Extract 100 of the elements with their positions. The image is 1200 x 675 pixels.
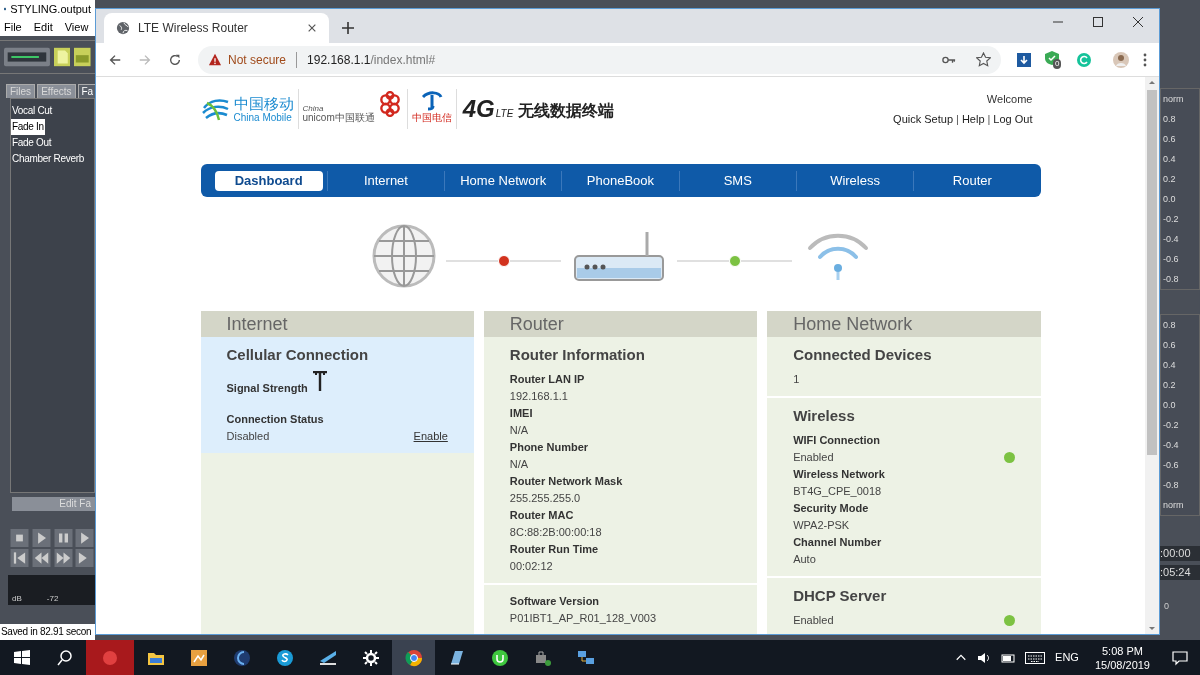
field-value: WPA2-PSK — [793, 518, 850, 533]
link-separator: | — [987, 112, 991, 127]
field-value: 1 — [793, 372, 800, 387]
scale-label: -0.6 — [1162, 459, 1180, 472]
download-icon[interactable] — [1017, 52, 1031, 67]
field-value: Enabled — [793, 613, 834, 628]
menu-item[interactable]: File — [4, 18, 22, 36]
app-icon — [490, 648, 509, 667]
play-button[interactable] — [31, 529, 51, 547]
field-label: Channel Number — [793, 535, 883, 550]
effect-list-item[interactable]: Chamber Reverb — [11, 151, 85, 167]
scale-label: -0.8 — [1162, 273, 1180, 286]
nav-tab[interactable]: SMS — [715, 170, 760, 191]
avatar-icon[interactable] — [1113, 51, 1129, 68]
shield-icon — [1045, 50, 1059, 65]
scale-label: 0.0 — [1162, 399, 1177, 412]
link-separator: | — [956, 112, 959, 127]
field-label: Router LAN IP — [509, 372, 586, 387]
address-bar[interactable]: Not secure 192.168.1.1/index.html# — [198, 45, 1001, 74]
back-icon[interactable] — [108, 52, 122, 67]
field-value: N/A — [509, 423, 529, 438]
play-button[interactable] — [75, 529, 95, 547]
network-generation-text: 4G — [462, 97, 495, 121]
notification-icon[interactable] — [1172, 649, 1188, 666]
keyboard-icon[interactable] — [1025, 649, 1046, 666]
stop-button[interactable] — [10, 529, 29, 547]
chart-app-icon — [189, 648, 208, 667]
scroll-down-icon[interactable] — [1148, 624, 1156, 632]
enable-link[interactable]: Enable — [413, 428, 448, 445]
open-folder-button[interactable] — [74, 47, 91, 67]
nav-tab[interactable]: Home Network — [452, 170, 555, 191]
scrollbar-thumb[interactable] — [1147, 90, 1157, 455]
star-icon[interactable] — [976, 52, 991, 67]
speaker-icon[interactable] — [977, 650, 992, 665]
close-icon[interactable] — [307, 23, 317, 33]
menu-item[interactable]: Edit — [33, 18, 53, 36]
clock[interactable]: 5:08 PM 15/08/2019 — [1094, 643, 1150, 672]
new-tab-icon[interactable] — [341, 21, 355, 35]
header-link[interactable]: Quick Setup — [893, 111, 953, 128]
scale-label: 0.4 — [1162, 153, 1177, 166]
field-value: 192.168.1.1 — [509, 389, 568, 404]
browser-button[interactable] — [392, 640, 435, 675]
scale-label: -0.4 — [1162, 233, 1180, 246]
scale-label: 0.6 — [1162, 339, 1177, 352]
pause-button[interactable] — [53, 529, 73, 547]
scale-label: 0.2 — [1162, 173, 1177, 186]
effect-list-item[interactable]: Fade In — [11, 119, 45, 135]
nav-tab[interactable]: Internet — [355, 170, 416, 191]
header-link[interactable]: Log Out — [993, 111, 1033, 128]
menu-item[interactable]: View — [64, 18, 89, 36]
more-icon[interactable] — [1143, 52, 1147, 67]
card-title: Home Network — [767, 311, 1041, 337]
scale-label: -0.8 — [1162, 479, 1180, 492]
field-value: 00:02:12 — [509, 559, 553, 574]
router-icon — [572, 230, 665, 282]
equalizer-button[interactable] — [4, 47, 50, 67]
url-text: 192.168.1.1/index.html# — [307, 51, 436, 69]
rewind-button[interactable] — [31, 549, 51, 567]
meter-label: dB — [12, 593, 22, 605]
welcome-text: Welcome — [986, 91, 1033, 107]
product-name: 无线数据终端 — [518, 103, 615, 119]
field-label: Signal Strength — [226, 381, 308, 396]
messenger-icon — [275, 648, 294, 667]
warning-icon — [208, 53, 222, 66]
nav-tab[interactable]: Wireless — [822, 170, 888, 191]
panel-tab[interactable]: Fa — [77, 84, 98, 98]
language-indicator[interactable]: ENG — [1055, 649, 1079, 666]
nav-tab[interactable]: Dashboard — [214, 170, 323, 191]
field-label: Router Network Mask — [509, 474, 624, 489]
settings-icon — [361, 648, 380, 667]
scroll-up-icon[interactable] — [1148, 79, 1156, 87]
skip-start-button[interactable] — [10, 549, 29, 567]
field-value: 255.255.255.0 — [509, 491, 581, 506]
new-file-button[interactable] — [53, 47, 71, 67]
fast-forward-button[interactable] — [53, 549, 73, 567]
effect-list-item[interactable]: Vocal Cut — [11, 103, 54, 119]
globe-icon — [116, 21, 130, 35]
play-button[interactable] — [75, 549, 95, 567]
effect-list-item[interactable]: Fade Out — [11, 135, 53, 151]
scrollbar[interactable] — [1145, 77, 1159, 634]
browser-tab[interactable]: LTE Wireless Router — [104, 13, 329, 43]
time-display: :00:00 — [1160, 546, 1200, 561]
field-label: Router Run Time — [509, 542, 600, 557]
reload-icon[interactable] — [168, 52, 182, 67]
nav-tab[interactable]: Router — [944, 170, 1000, 191]
brand-name: 中国电信 — [411, 113, 452, 123]
nav-tab[interactable]: PhoneBook — [578, 170, 663, 191]
header-link[interactable]: Help — [961, 111, 985, 128]
antenna-icon — [311, 371, 328, 391]
close-icon[interactable] — [1133, 17, 1143, 27]
maximize-icon[interactable] — [1093, 17, 1103, 27]
field-label: Connection Status — [226, 412, 325, 427]
card-title: Internet — [200, 311, 474, 337]
shield-extension-button[interactable]: 0 — [1045, 50, 1063, 69]
field-label: Software Version — [509, 594, 601, 609]
app-icon — [101, 648, 119, 667]
scale-label: -0.2 — [1162, 419, 1180, 432]
scale-label: -0.2 — [1162, 213, 1180, 226]
china-telecom-logo-icon — [419, 89, 444, 113]
section-heading: Cellular Connection — [226, 345, 370, 365]
